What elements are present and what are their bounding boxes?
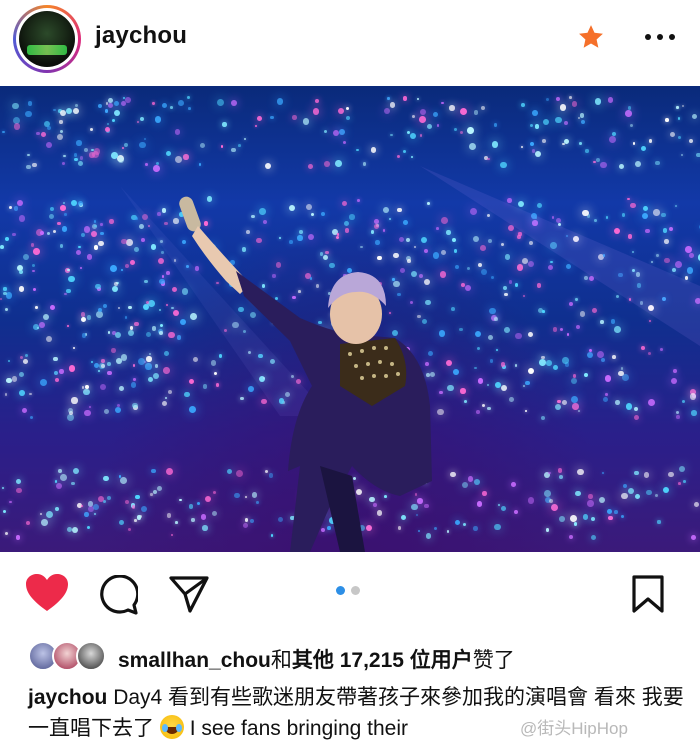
performer-figure — [120, 166, 700, 552]
watermark: @街头HipHop — [520, 719, 628, 738]
heart-icon[interactable] — [25, 573, 69, 613]
star-icon[interactable] — [577, 23, 605, 51]
likes-connector: 和 — [270, 649, 292, 672]
bookmark-icon[interactable] — [630, 574, 666, 614]
likes-suffix: 赞了 — [472, 649, 515, 672]
more-dot — [669, 34, 675, 40]
avatar-image — [19, 11, 75, 67]
caption-author[interactable]: jaychou — [28, 686, 107, 709]
post-image[interactable] — [0, 86, 700, 552]
carousel-indicator — [336, 586, 360, 595]
share-icon[interactable] — [168, 574, 210, 614]
likes-summary[interactable]: smallhan_chou和其他 17,215 位用户赞了 — [28, 641, 688, 673]
avatar-frame — [16, 8, 78, 70]
carousel-dot — [351, 586, 360, 595]
carousel-dot-active — [336, 586, 345, 595]
username[interactable]: jaychou — [95, 22, 187, 50]
likes-others[interactable]: 其他 17,215 位用户 — [292, 649, 473, 672]
profile-avatar[interactable] — [13, 5, 81, 73]
comment-icon[interactable] — [98, 575, 138, 615]
liker-avatar — [76, 641, 106, 671]
more-dot — [645, 34, 651, 40]
laughing-emoji-icon — [159, 715, 184, 739]
post-header: jaychou — [0, 0, 700, 84]
more-dot — [657, 34, 663, 40]
liker-username[interactable]: smallhan_chou — [118, 649, 271, 672]
liker-avatars — [28, 641, 108, 673]
likes-text: smallhan_chou和其他 17,215 位用户赞了 — [118, 644, 515, 674]
caption-text-english: I see fans bringing their — [189, 717, 408, 740]
more-options-icon[interactable] — [645, 34, 675, 42]
